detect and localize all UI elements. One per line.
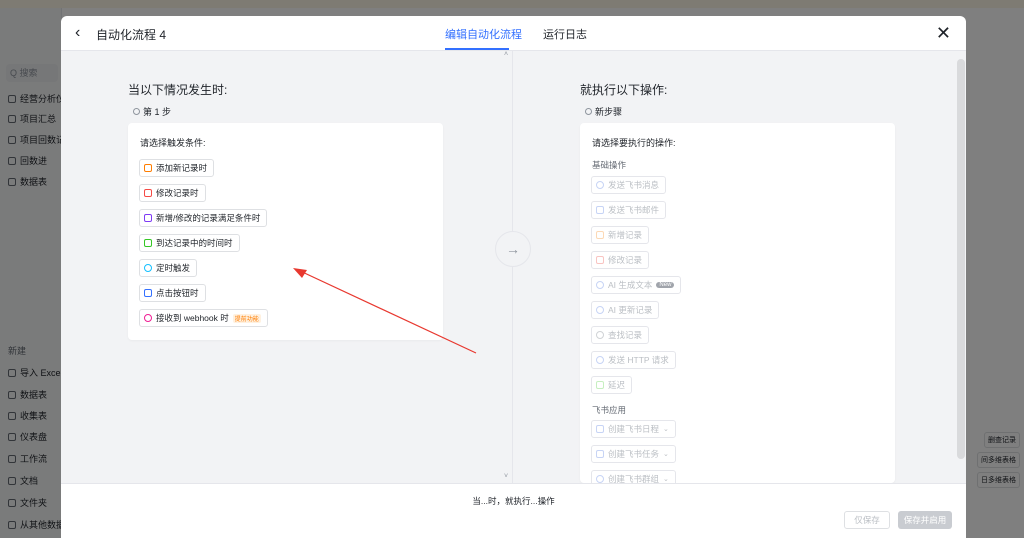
- action-option-edit-record[interactable]: 修改记录: [591, 251, 650, 269]
- basic-actions-label: 基础操作: [592, 160, 627, 170]
- mail-icon: [596, 206, 604, 214]
- calendar-icon: [596, 425, 604, 433]
- hourglass-icon: [596, 381, 604, 389]
- chevron-down-icon[interactable]: ˅: [504, 473, 508, 480]
- chevron-down-icon: ⌄: [663, 451, 669, 458]
- refresh-icon: [596, 306, 604, 314]
- action-option-find-record[interactable]: 查找记录: [591, 326, 650, 344]
- step-circle-icon: [133, 108, 140, 115]
- button-icon: [144, 289, 152, 297]
- column-divider: [512, 51, 513, 483]
- action-option-ai-update[interactable]: AI 更新记录: [591, 301, 660, 319]
- trigger-option-edit-record[interactable]: 修改记录时: [139, 184, 206, 202]
- chevron-left-icon[interactable]: ‹: [75, 24, 91, 42]
- chevron-down-icon: ⌄: [663, 426, 669, 433]
- clock-icon: [144, 264, 152, 272]
- tab-edit-automation[interactable]: 编辑自动化流程: [445, 26, 522, 42]
- step-circle-icon: [585, 108, 592, 115]
- action-option-create-event[interactable]: 创建飞书日程 ⌄: [591, 420, 676, 438]
- add-record-icon: [596, 231, 604, 239]
- action-step-label: 新步骤: [585, 105, 622, 118]
- message-icon: [596, 181, 604, 189]
- action-option-add-record[interactable]: 新增记录: [591, 226, 650, 244]
- action-card: 请选择要执行的操作: 基础操作 发送飞书消息 发送飞书邮件 新增记录 修改记录 …: [580, 123, 895, 488]
- feishu-apps-label: 飞书应用: [592, 405, 627, 415]
- action-option-create-task[interactable]: 创建飞书任务 ⌄: [591, 445, 676, 463]
- chevron-up-icon[interactable]: ˄: [504, 51, 508, 58]
- filter-icon: [144, 214, 152, 222]
- action-option-send-mail[interactable]: 发送飞书邮件: [591, 201, 667, 219]
- globe-icon: [596, 356, 604, 364]
- arrow-right-icon: →: [495, 231, 531, 267]
- modal-header: ‹ 自动化流程 4 编辑自动化流程 运行日志 ✕: [61, 16, 966, 51]
- modal-title: 自动化流程 4: [96, 28, 167, 42]
- trigger-step-label: 第 1 步: [133, 105, 171, 118]
- action-option-http-request[interactable]: 发送 HTTP 请求: [591, 351, 676, 369]
- chevron-down-icon: ⌄: [663, 476, 669, 483]
- action-card-title: 请选择要执行的操作:: [592, 138, 676, 148]
- trigger-card: 请选择触发条件: 添加新记录时 修改记录时 新增/修改的记录满足条件时 到达记录…: [128, 123, 443, 340]
- edit-icon: [144, 189, 152, 197]
- modal-footer: 当...时，就执行...操作 仅保存 保存并启用: [61, 483, 966, 538]
- flow-canvas: 当以下情况发生时: 第 1 步 请选择触发条件: 添加新记录时 修改记录时 新增…: [61, 51, 966, 488]
- close-icon[interactable]: ✕: [936, 23, 951, 43]
- save-and-enable-button[interactable]: 保存并启用: [898, 511, 952, 529]
- flow-summary: 当...时，就执行...操作: [472, 496, 555, 506]
- trigger-option-scheduled[interactable]: 定时触发: [139, 259, 198, 277]
- webhook-icon: [144, 314, 152, 322]
- trigger-option-condition[interactable]: 新增/修改的记录满足条件时: [139, 209, 268, 227]
- search-icon: [596, 331, 604, 339]
- ai-icon: [596, 281, 604, 289]
- group-icon: [596, 475, 604, 483]
- action-section-title: 就执行以下操作:: [580, 83, 668, 97]
- action-option-ai-generate[interactable]: AI 生成文本 New: [591, 276, 682, 294]
- active-tab-indicator: [445, 48, 509, 50]
- vertical-scrollbar[interactable]: [957, 59, 965, 459]
- tab-run-log[interactable]: 运行日志: [543, 26, 587, 42]
- early-access-badge: 提前功能: [232, 313, 261, 323]
- trigger-option-button-click[interactable]: 点击按钮时: [139, 284, 206, 302]
- save-only-button[interactable]: 仅保存: [844, 511, 890, 529]
- action-option-delay[interactable]: 延迟: [591, 376, 633, 394]
- action-option-send-message[interactable]: 发送飞书消息: [591, 176, 667, 194]
- calendar-icon: [144, 239, 152, 247]
- add-record-icon: [144, 164, 152, 172]
- edit-icon: [596, 256, 604, 264]
- trigger-section-title: 当以下情况发生时:: [128, 83, 228, 97]
- trigger-option-time-reached[interactable]: 到达记录中的时间时: [139, 234, 240, 252]
- automation-modal: ‹ 自动化流程 4 编辑自动化流程 运行日志 ✕ 当以下情况发生时: 第 1 步…: [61, 16, 966, 538]
- check-icon: [596, 450, 604, 458]
- trigger-card-title: 请选择触发条件:: [140, 138, 206, 148]
- trigger-option-webhook[interactable]: 接收到 webhook 时提前功能: [139, 309, 268, 327]
- trigger-option-add-record[interactable]: 添加新记录时: [139, 159, 215, 177]
- new-badge: New: [656, 282, 675, 288]
